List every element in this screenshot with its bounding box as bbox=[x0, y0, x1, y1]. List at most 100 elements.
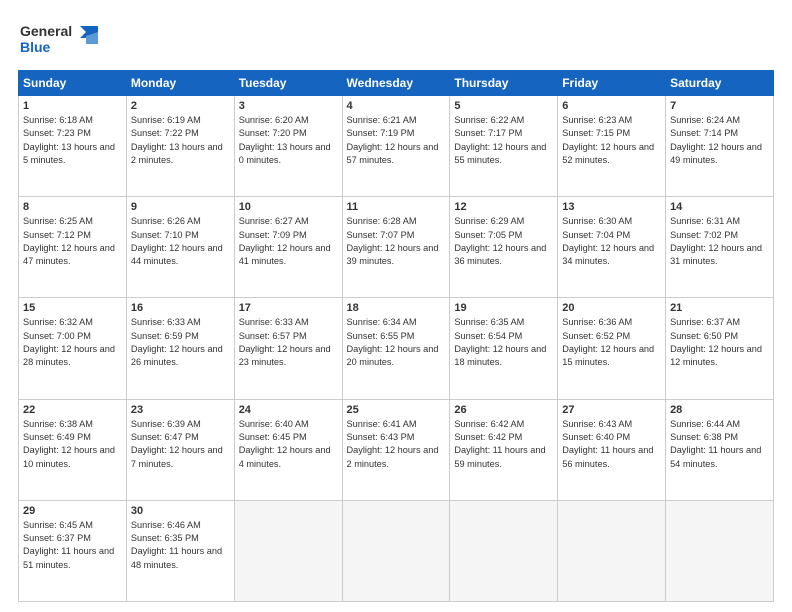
calendar-cell: 4 Sunrise: 6:21 AMSunset: 7:19 PMDayligh… bbox=[342, 96, 450, 197]
calendar-week-row: 15 Sunrise: 6:32 AMSunset: 7:00 PMDaylig… bbox=[19, 298, 774, 399]
day-number: 11 bbox=[347, 201, 446, 213]
day-number: 6 bbox=[562, 100, 661, 112]
calendar-cell: 11 Sunrise: 6:28 AMSunset: 7:07 PMDaylig… bbox=[342, 197, 450, 298]
calendar-cell: 30 Sunrise: 6:46 AMSunset: 6:35 PMDaylig… bbox=[126, 500, 234, 601]
day-number: 30 bbox=[131, 505, 230, 517]
day-number: 12 bbox=[454, 201, 553, 213]
calendar-week-row: 8 Sunrise: 6:25 AMSunset: 7:12 PMDayligh… bbox=[19, 197, 774, 298]
day-number: 22 bbox=[23, 404, 122, 416]
calendar-cell: 1 Sunrise: 6:18 AMSunset: 7:23 PMDayligh… bbox=[19, 96, 127, 197]
days-of-week-row: SundayMondayTuesdayWednesdayThursdayFrid… bbox=[19, 71, 774, 96]
day-number: 27 bbox=[562, 404, 661, 416]
calendar-cell: 5 Sunrise: 6:22 AMSunset: 7:17 PMDayligh… bbox=[450, 96, 558, 197]
cell-info: Sunrise: 6:35 AMSunset: 6:54 PMDaylight:… bbox=[454, 316, 553, 369]
calendar-cell bbox=[342, 500, 450, 601]
day-number: 8 bbox=[23, 201, 122, 213]
cell-info: Sunrise: 6:25 AMSunset: 7:12 PMDaylight:… bbox=[23, 215, 122, 268]
cell-info: Sunrise: 6:34 AMSunset: 6:55 PMDaylight:… bbox=[347, 316, 446, 369]
cell-info: Sunrise: 6:19 AMSunset: 7:22 PMDaylight:… bbox=[131, 114, 230, 167]
day-number: 20 bbox=[562, 302, 661, 314]
dow-header: Saturday bbox=[666, 71, 774, 96]
day-number: 3 bbox=[239, 100, 338, 112]
cell-info: Sunrise: 6:20 AMSunset: 7:20 PMDaylight:… bbox=[239, 114, 338, 167]
day-number: 28 bbox=[670, 404, 769, 416]
cell-info: Sunrise: 6:22 AMSunset: 7:17 PMDaylight:… bbox=[454, 114, 553, 167]
dow-header: Wednesday bbox=[342, 71, 450, 96]
calendar-cell: 16 Sunrise: 6:33 AMSunset: 6:59 PMDaylig… bbox=[126, 298, 234, 399]
cell-info: Sunrise: 6:23 AMSunset: 7:15 PMDaylight:… bbox=[562, 114, 661, 167]
calendar-cell: 28 Sunrise: 6:44 AMSunset: 6:38 PMDaylig… bbox=[666, 399, 774, 500]
cell-info: Sunrise: 6:39 AMSunset: 6:47 PMDaylight:… bbox=[131, 418, 230, 471]
cell-info: Sunrise: 6:28 AMSunset: 7:07 PMDaylight:… bbox=[347, 215, 446, 268]
calendar-cell: 19 Sunrise: 6:35 AMSunset: 6:54 PMDaylig… bbox=[450, 298, 558, 399]
calendar-cell: 3 Sunrise: 6:20 AMSunset: 7:20 PMDayligh… bbox=[234, 96, 342, 197]
calendar-cell: 8 Sunrise: 6:25 AMSunset: 7:12 PMDayligh… bbox=[19, 197, 127, 298]
calendar-cell: 6 Sunrise: 6:23 AMSunset: 7:15 PMDayligh… bbox=[558, 96, 666, 197]
calendar-cell: 2 Sunrise: 6:19 AMSunset: 7:22 PMDayligh… bbox=[126, 96, 234, 197]
dow-header: Sunday bbox=[19, 71, 127, 96]
cell-info: Sunrise: 6:46 AMSunset: 6:35 PMDaylight:… bbox=[131, 519, 230, 572]
day-number: 5 bbox=[454, 100, 553, 112]
cell-info: Sunrise: 6:41 AMSunset: 6:43 PMDaylight:… bbox=[347, 418, 446, 471]
cell-info: Sunrise: 6:45 AMSunset: 6:37 PMDaylight:… bbox=[23, 519, 122, 572]
calendar-cell: 21 Sunrise: 6:37 AMSunset: 6:50 PMDaylig… bbox=[666, 298, 774, 399]
cell-info: Sunrise: 6:32 AMSunset: 7:00 PMDaylight:… bbox=[23, 316, 122, 369]
calendar-cell bbox=[234, 500, 342, 601]
day-number: 23 bbox=[131, 404, 230, 416]
calendar-cell bbox=[558, 500, 666, 601]
day-number: 2 bbox=[131, 100, 230, 112]
cell-info: Sunrise: 6:26 AMSunset: 7:10 PMDaylight:… bbox=[131, 215, 230, 268]
calendar-cell: 25 Sunrise: 6:41 AMSunset: 6:43 PMDaylig… bbox=[342, 399, 450, 500]
cell-info: Sunrise: 6:42 AMSunset: 6:42 PMDaylight:… bbox=[454, 418, 553, 471]
calendar-cell: 29 Sunrise: 6:45 AMSunset: 6:37 PMDaylig… bbox=[19, 500, 127, 601]
cell-info: Sunrise: 6:21 AMSunset: 7:19 PMDaylight:… bbox=[347, 114, 446, 167]
calendar-cell: 7 Sunrise: 6:24 AMSunset: 7:14 PMDayligh… bbox=[666, 96, 774, 197]
cell-info: Sunrise: 6:33 AMSunset: 6:57 PMDaylight:… bbox=[239, 316, 338, 369]
calendar-cell: 10 Sunrise: 6:27 AMSunset: 7:09 PMDaylig… bbox=[234, 197, 342, 298]
day-number: 7 bbox=[670, 100, 769, 112]
day-number: 25 bbox=[347, 404, 446, 416]
day-number: 21 bbox=[670, 302, 769, 314]
calendar-cell: 13 Sunrise: 6:30 AMSunset: 7:04 PMDaylig… bbox=[558, 197, 666, 298]
cell-info: Sunrise: 6:37 AMSunset: 6:50 PMDaylight:… bbox=[670, 316, 769, 369]
calendar-week-row: 22 Sunrise: 6:38 AMSunset: 6:49 PMDaylig… bbox=[19, 399, 774, 500]
header: General Blue bbox=[18, 18, 774, 60]
day-number: 29 bbox=[23, 505, 122, 517]
day-number: 16 bbox=[131, 302, 230, 314]
calendar: SundayMondayTuesdayWednesdayThursdayFrid… bbox=[18, 70, 774, 602]
cell-info: Sunrise: 6:33 AMSunset: 6:59 PMDaylight:… bbox=[131, 316, 230, 369]
day-number: 26 bbox=[454, 404, 553, 416]
calendar-cell: 14 Sunrise: 6:31 AMSunset: 7:02 PMDaylig… bbox=[666, 197, 774, 298]
day-number: 15 bbox=[23, 302, 122, 314]
logo-svg: General Blue bbox=[18, 18, 108, 60]
cell-info: Sunrise: 6:30 AMSunset: 7:04 PMDaylight:… bbox=[562, 215, 661, 268]
day-number: 14 bbox=[670, 201, 769, 213]
calendar-week-row: 29 Sunrise: 6:45 AMSunset: 6:37 PMDaylig… bbox=[19, 500, 774, 601]
svg-text:General: General bbox=[20, 23, 72, 39]
day-number: 13 bbox=[562, 201, 661, 213]
calendar-cell: 22 Sunrise: 6:38 AMSunset: 6:49 PMDaylig… bbox=[19, 399, 127, 500]
calendar-week-row: 1 Sunrise: 6:18 AMSunset: 7:23 PMDayligh… bbox=[19, 96, 774, 197]
dow-header: Monday bbox=[126, 71, 234, 96]
cell-info: Sunrise: 6:27 AMSunset: 7:09 PMDaylight:… bbox=[239, 215, 338, 268]
dow-header: Friday bbox=[558, 71, 666, 96]
logo: General Blue bbox=[18, 18, 108, 60]
svg-text:Blue: Blue bbox=[20, 39, 51, 55]
calendar-cell: 27 Sunrise: 6:43 AMSunset: 6:40 PMDaylig… bbox=[558, 399, 666, 500]
day-number: 19 bbox=[454, 302, 553, 314]
day-number: 4 bbox=[347, 100, 446, 112]
day-number: 24 bbox=[239, 404, 338, 416]
cell-info: Sunrise: 6:18 AMSunset: 7:23 PMDaylight:… bbox=[23, 114, 122, 167]
day-number: 9 bbox=[131, 201, 230, 213]
day-number: 10 bbox=[239, 201, 338, 213]
cell-info: Sunrise: 6:38 AMSunset: 6:49 PMDaylight:… bbox=[23, 418, 122, 471]
calendar-cell: 17 Sunrise: 6:33 AMSunset: 6:57 PMDaylig… bbox=[234, 298, 342, 399]
calendar-cell bbox=[666, 500, 774, 601]
dow-header: Thursday bbox=[450, 71, 558, 96]
calendar-cell: 15 Sunrise: 6:32 AMSunset: 7:00 PMDaylig… bbox=[19, 298, 127, 399]
cell-info: Sunrise: 6:36 AMSunset: 6:52 PMDaylight:… bbox=[562, 316, 661, 369]
calendar-cell: 24 Sunrise: 6:40 AMSunset: 6:45 PMDaylig… bbox=[234, 399, 342, 500]
day-number: 17 bbox=[239, 302, 338, 314]
calendar-cell: 18 Sunrise: 6:34 AMSunset: 6:55 PMDaylig… bbox=[342, 298, 450, 399]
cell-info: Sunrise: 6:40 AMSunset: 6:45 PMDaylight:… bbox=[239, 418, 338, 471]
